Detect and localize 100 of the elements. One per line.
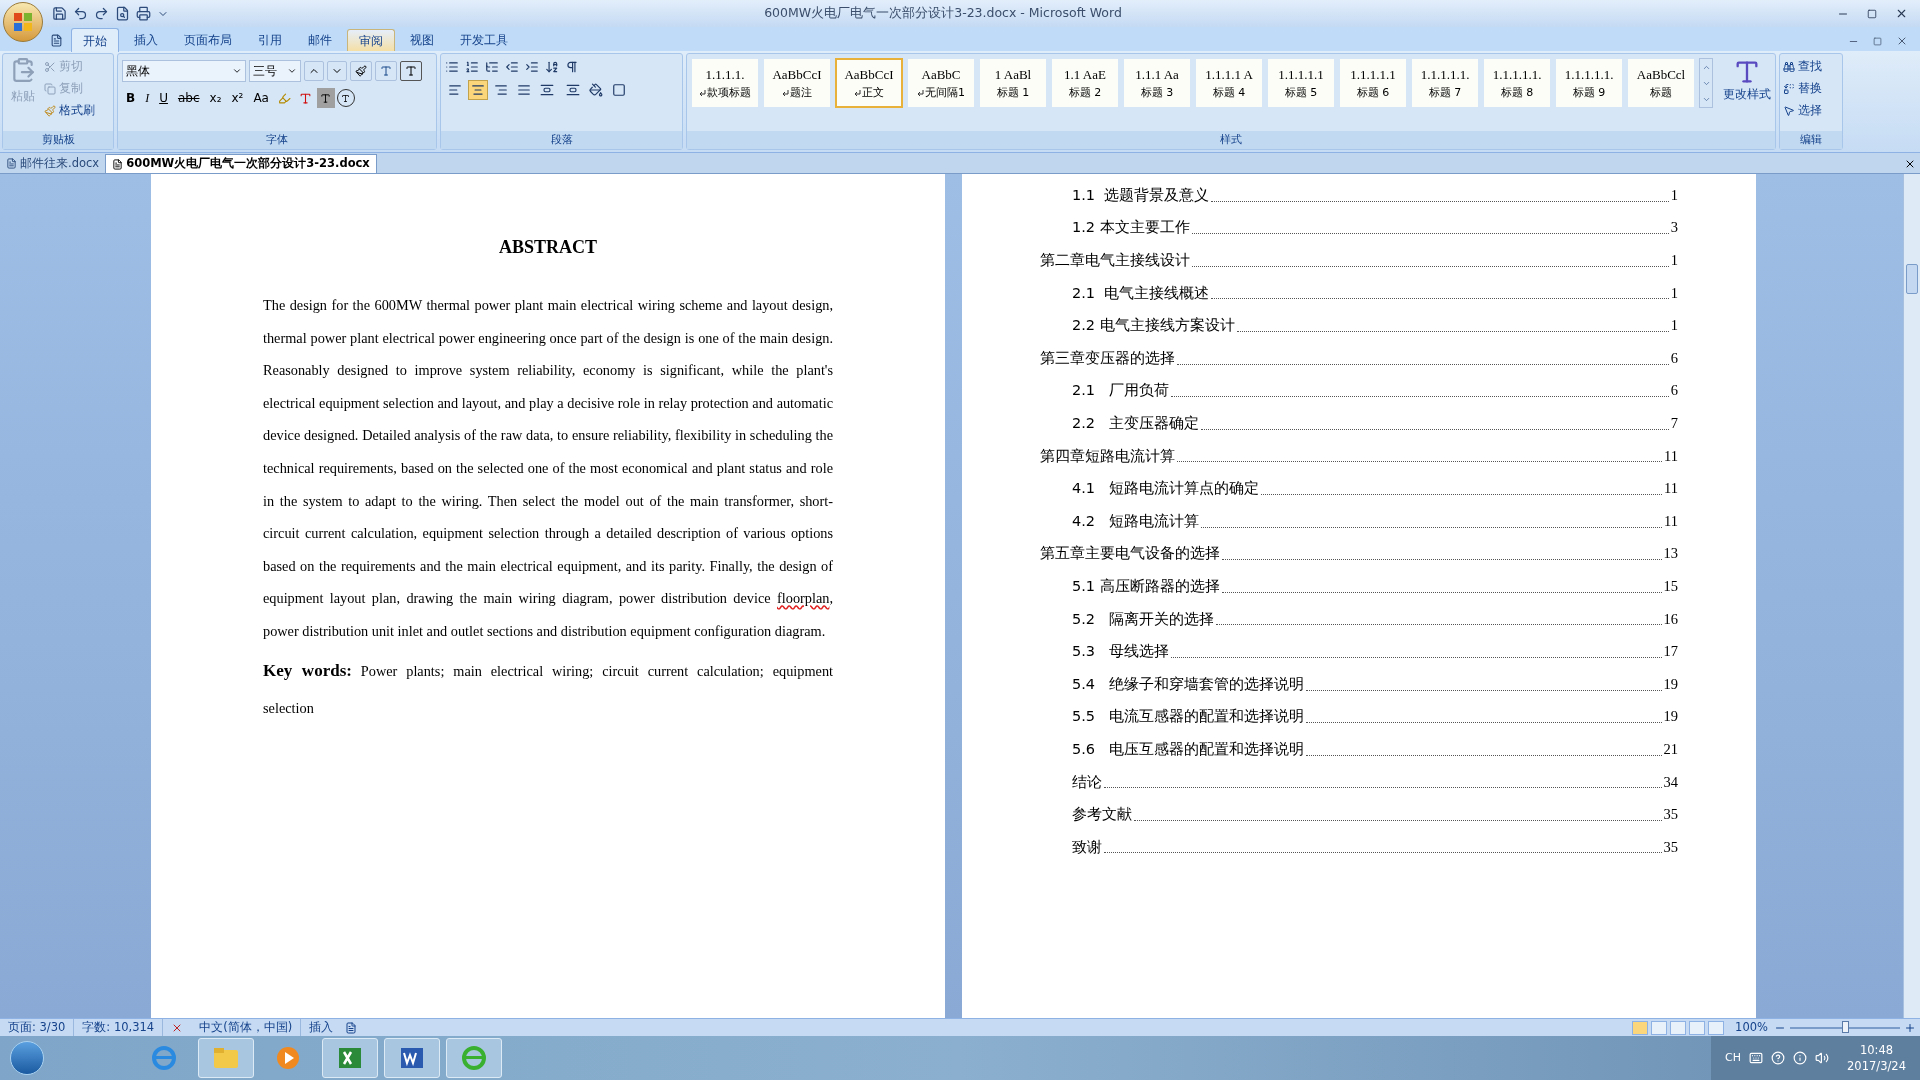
toc-entry-title: 4.1 短路电流计算点的确定 bbox=[1072, 479, 1259, 499]
maximize-icon[interactable] bbox=[1867, 8, 1877, 19]
format-button[interactable]: Aa bbox=[249, 88, 273, 108]
undo-icon[interactable] bbox=[73, 6, 88, 21]
style-gallery-item[interactable]: 1 AaBl 标题 1 bbox=[979, 58, 1047, 108]
style-gallery-item[interactable]: 1.1.1.1.1. 标题 7 bbox=[1411, 58, 1479, 108]
clear-format-icon[interactable] bbox=[350, 61, 372, 81]
close-icon[interactable] bbox=[1895, 7, 1908, 20]
ribbon-tab[interactable]: 审阅 bbox=[347, 29, 395, 51]
toc-page-number: 1 bbox=[1670, 185, 1678, 205]
ribbon-tab[interactable]: 插入 bbox=[123, 29, 169, 51]
style-gallery-item[interactable]: AaBbCcl 标题 bbox=[1627, 58, 1695, 108]
grow-font-icon[interactable] bbox=[304, 61, 324, 81]
zoom-level[interactable]: 100% bbox=[1735, 1018, 1768, 1037]
browser-icon[interactable] bbox=[446, 1038, 502, 1078]
editing-button[interactable]: 替换 bbox=[1783, 79, 1839, 99]
sort-icon[interactable] bbox=[545, 60, 559, 74]
zoom-in-icon[interactable] bbox=[1904, 1021, 1916, 1034]
office-button[interactable] bbox=[3, 2, 43, 42]
font-name-field[interactable]: 黑体 bbox=[122, 60, 246, 82]
format-button[interactable]: B bbox=[122, 88, 140, 108]
spreadsheet-icon[interactable] bbox=[322, 1038, 378, 1078]
ribbon-tab[interactable]: 引用 bbox=[247, 29, 293, 51]
style-gallery-item[interactable]: AaBbCcI 正文 bbox=[835, 58, 903, 108]
toc-entry-title: 参考文献 bbox=[1072, 805, 1132, 825]
style-gallery-item[interactable]: 1.1.1.1.1. 标题 8 bbox=[1483, 58, 1551, 108]
toc-entry-title: 4.2 短路电流计算 bbox=[1072, 511, 1199, 531]
style-gallery-item[interactable]: 1.1.1.1. 款项标题 bbox=[691, 58, 759, 108]
character-border-icon[interactable] bbox=[400, 61, 422, 81]
style-gallery-item[interactable]: 1.1.1.1.1 标题 5 bbox=[1267, 58, 1335, 108]
format-button[interactable]: x₂ bbox=[205, 88, 226, 108]
save-icon[interactable] bbox=[52, 6, 67, 21]
toc-entry-title: 2.2 主变压器确定 bbox=[1072, 414, 1199, 433]
alignment-icon[interactable] bbox=[468, 80, 488, 100]
start-button[interactable] bbox=[10, 1041, 44, 1075]
document-menu-icon[interactable] bbox=[50, 34, 63, 47]
pointer-icon bbox=[1783, 105, 1795, 117]
ribbon-tab[interactable]: 开始 bbox=[71, 28, 119, 52]
print-preview-icon[interactable] bbox=[115, 6, 130, 21]
toc-page-number: 13 bbox=[1663, 544, 1678, 564]
line-spacing-icon[interactable] bbox=[566, 83, 580, 97]
paintbrush-icon bbox=[44, 105, 56, 117]
format-button[interactable]: x² bbox=[227, 88, 248, 108]
style-gallery-item[interactable]: AaBbCcI 题注 bbox=[763, 58, 831, 108]
format-button[interactable]: I bbox=[141, 88, 154, 108]
document-icon bbox=[6, 158, 17, 169]
editing-button[interactable]: 选择 bbox=[1783, 101, 1839, 121]
shading-icon[interactable] bbox=[589, 83, 603, 97]
ribbon-tab[interactable]: 邮件 bbox=[297, 29, 343, 51]
document-tab[interactable]: 邮件往来.docx bbox=[0, 154, 106, 173]
ribbon-tab[interactable]: 开发工具 bbox=[449, 29, 519, 51]
toc-entry-title: 5.3 母线选择 bbox=[1072, 642, 1169, 662]
input-language[interactable]: CH bbox=[1725, 1049, 1742, 1067]
toc-page-number: 11 bbox=[1664, 479, 1678, 499]
editing-button[interactable]: 查找 bbox=[1783, 57, 1839, 77]
toc-page-number: 11 bbox=[1664, 511, 1678, 531]
info-icon[interactable] bbox=[1793, 1051, 1808, 1065]
increase-indent-icon[interactable] bbox=[525, 60, 539, 74]
bullets-icon[interactable] bbox=[445, 60, 459, 74]
clock-date[interactable]: 2017/3/24 bbox=[1847, 1058, 1906, 1074]
change-styles-button[interactable]: 更改样式 bbox=[1723, 58, 1771, 104]
redo-icon[interactable] bbox=[94, 6, 109, 21]
show-marks-icon[interactable] bbox=[565, 60, 579, 74]
numbering-icon[interactable] bbox=[465, 60, 479, 74]
borders-icon[interactable] bbox=[612, 83, 626, 97]
keyboard-icon[interactable] bbox=[1749, 1051, 1764, 1065]
toc-page-number: 35 bbox=[1663, 805, 1678, 825]
ribbon-tab[interactable]: 页面布局 bbox=[173, 29, 243, 51]
help-icon[interactable] bbox=[1771, 1051, 1786, 1065]
toc-page-number: 34 bbox=[1663, 772, 1678, 792]
style-gallery-item[interactable]: 1.1.1.1 A 标题 4 bbox=[1195, 58, 1263, 108]
insert-mode-status[interactable]: 插入 bbox=[301, 1018, 342, 1037]
word-processor-icon[interactable] bbox=[384, 1038, 440, 1078]
volume-icon[interactable] bbox=[1815, 1051, 1830, 1065]
vertical-scrollbar[interactable] bbox=[1903, 174, 1920, 1018]
style-gallery-item[interactable]: 1.1 AaE 标题 2 bbox=[1051, 58, 1119, 108]
restore-icon[interactable] bbox=[1873, 36, 1882, 46]
clipboard-button[interactable]: 格式刷 bbox=[44, 101, 95, 121]
toc-page-number: 19 bbox=[1663, 674, 1678, 694]
font-size-field[interactable]: 三号 bbox=[249, 60, 301, 82]
toc-page-number: 19 bbox=[1663, 707, 1678, 727]
multilevel-list-icon[interactable] bbox=[485, 60, 499, 74]
style-gallery-item[interactable]: 1.1.1.1.1. 标题 9 bbox=[1555, 58, 1623, 108]
toc-page-number: 1 bbox=[1670, 251, 1678, 271]
zoom-slider-thumb[interactable] bbox=[1842, 1020, 1849, 1033]
ribbon-tab[interactable]: 视图 bbox=[399, 29, 445, 51]
style-gallery-item[interactable]: 1.1.1.1.1 标题 6 bbox=[1339, 58, 1407, 108]
document-tab[interactable]: 600MW火电厂电气一次部分设计3-23.docx bbox=[105, 154, 377, 173]
clock-time[interactable]: 10:48 bbox=[1859, 1042, 1894, 1058]
group-title: 字体 bbox=[118, 131, 436, 149]
format-button[interactable]: U bbox=[155, 88, 172, 108]
character-shading-icon[interactable] bbox=[316, 88, 335, 108]
toc-page-number: 15 bbox=[1663, 576, 1678, 596]
decrease-indent-icon[interactable] bbox=[505, 60, 519, 74]
close-icon[interactable] bbox=[1904, 158, 1916, 170]
toc-entry-title: 2.2 电气主接线方案设计 bbox=[1072, 316, 1235, 336]
format-button[interactable]: abc bbox=[173, 88, 204, 108]
print-icon[interactable] bbox=[136, 6, 151, 21]
style-gallery-item[interactable]: AaBbC 无间隔1 bbox=[907, 58, 975, 108]
style-gallery-item[interactable]: 1.1.1 Aa 标题 3 bbox=[1123, 58, 1191, 108]
